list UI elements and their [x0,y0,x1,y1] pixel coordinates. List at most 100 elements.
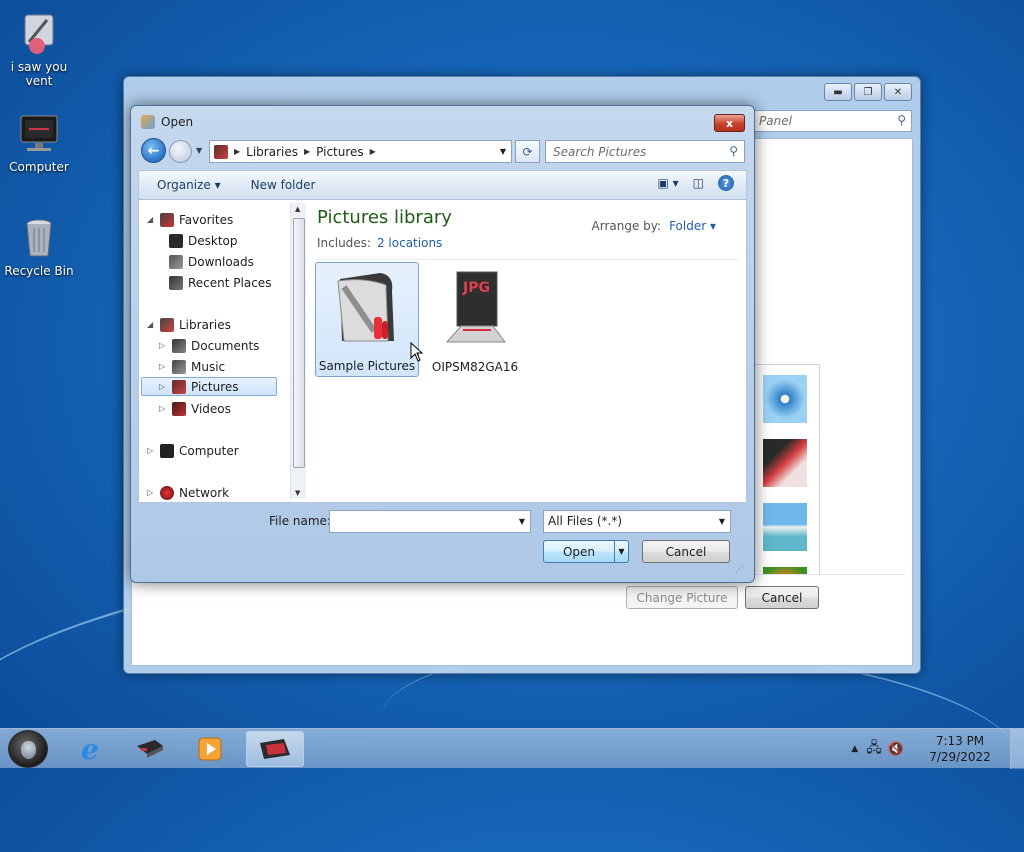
close-button[interactable]: ✕ [884,83,912,101]
file-oipsm82ga16[interactable]: JPG OIPSM82GA16 [423,262,527,377]
nav-network[interactable]: ▷ Network [147,483,229,502]
control-panel-search-input[interactable]: Panel ⚲ [752,110,912,132]
forward-button[interactable] [169,140,192,163]
change-view-icon[interactable]: ▣ ▾ [657,176,678,190]
nav-label: Pictures [191,379,239,394]
cancel-button[interactable]: Cancel [745,586,819,609]
desktop-icon-recycle-bin[interactable]: Recycle Bin [0,216,78,278]
pictures-library-icon [214,144,228,159]
clock[interactable]: 7:13 PM 7/29/2022 [910,733,1010,765]
breadcrumb-pictures[interactable]: Pictures [316,145,364,159]
maximize-button[interactable]: ❐ [854,83,882,101]
expand-icon[interactable]: ▷ [159,341,167,350]
nav-downloads[interactable]: Downloads [169,252,254,271]
expand-icon[interactable]: ▷ [159,404,167,413]
desktop-icon-alienware[interactable]: i saw you vent [0,12,78,88]
internet-explorer-icon: e [81,732,99,766]
resize-grip-icon[interactable]: ⋰ [735,565,744,575]
file-name-input[interactable]: ▼ [329,510,531,533]
documents-icon [172,338,186,353]
nav-label: Music [191,359,226,374]
address-bar[interactable]: ▶ Libraries ▶ Pictures ▶ ▼ [209,140,512,163]
pictures-icon [172,379,186,394]
collapse-icon[interactable]: ◢ [147,215,155,224]
nav-desktop[interactable]: Desktop [169,231,238,250]
thumbnail-origami[interactable] [763,439,807,487]
folder-sample-pictures[interactable]: Sample Pictures [315,262,419,377]
nav-recent-places[interactable]: Recent Places [169,273,271,292]
expand-icon[interactable]: ▷ [147,488,155,497]
start-button[interactable] [8,730,48,768]
alien-head-icon [17,12,61,56]
preview-pane-icon[interactable]: ◫ [693,176,704,190]
expand-icon[interactable]: ▷ [159,362,167,371]
dialog-title-bar: Open [141,115,193,129]
window-caption-buttons: ▬ ❐ ✕ [824,83,912,101]
back-button[interactable]: ← [141,138,166,163]
taskbar-media-player[interactable] [181,731,239,767]
nav-label: Documents [191,338,260,353]
arrange-by: Arrange by: Folder ▾ [592,219,716,233]
nav-computer[interactable]: ▷ Computer [147,441,239,460]
jpg-file-icon: JPG [443,268,507,349]
media-player-icon [198,737,222,761]
nav-pictures[interactable]: ▷ Pictures [141,377,277,396]
expand-icon[interactable]: ▷ [147,446,155,455]
network-tray-icon[interactable]: 🖧 [866,737,882,761]
new-folder-button[interactable]: New folder [233,178,328,192]
nav-videos[interactable]: ▷ Videos [159,399,231,418]
nav-label: Videos [191,401,231,416]
divider [317,259,738,260]
recycle-bin-icon [17,216,61,260]
scroll-down-icon[interactable]: ▼ [295,489,300,497]
show-hidden-icons[interactable]: ▲ [851,744,858,754]
browser-area: ◢ Favorites Desktop Downloads Recent Pla… [138,200,747,503]
organize-menu[interactable]: Organize ▾ [139,178,233,192]
folder-label: Sample Pictures [318,359,416,373]
scroll-up-icon[interactable]: ▲ [295,205,300,213]
expand-icon[interactable]: ▷ [159,382,167,391]
locations-link[interactable]: 2 locations [377,236,442,250]
breadcrumb-separator-icon: ▶ [234,147,241,156]
file-name-dropdown-icon[interactable]: ▼ [519,517,525,526]
nav-music[interactable]: ▷ Music [159,357,225,376]
thumbnail-windmill[interactable] [763,375,807,423]
open-button[interactable]: Open ▼ [543,540,629,563]
open-dialog: Open x ← ▼ ▶ Libraries ▶ Pictures ▶ ▼ ⟳ … [130,105,755,583]
desktop-icon-computer[interactable]: Computer [0,112,78,174]
file-type-select[interactable]: All Files (*.*) ▼ [543,510,731,533]
minimize-button[interactable]: ▬ [824,83,852,101]
collapse-icon[interactable]: ◢ [147,320,155,329]
nav-libraries[interactable]: ◢ Libraries [147,315,231,334]
taskbar-internet-explorer[interactable]: e [61,731,119,767]
breadcrumb-separator-icon: ▶ [303,147,311,156]
breadcrumb-libraries[interactable]: Libraries [246,145,298,159]
refresh-button[interactable]: ⟳ [515,140,540,163]
nav-label: Network [179,485,230,500]
thumbnail-sailboat[interactable] [763,503,807,551]
recent-places-icon [169,275,183,290]
volume-muted-icon[interactable]: 🔇 [888,742,904,757]
dialog-close-button[interactable]: x [714,114,745,132]
scrollbar-thumb[interactable] [293,218,305,468]
navigation-pane: ◢ Favorites Desktop Downloads Recent Pla… [139,200,289,502]
address-dropdown-icon[interactable]: ▼ [500,147,506,156]
search-input[interactable]: Search Pictures ⚲ [545,140,745,163]
taskbar-active-app[interactable] [246,731,304,767]
toolbar-right-group: ▣ ▾ ◫ ? [657,175,746,191]
taskbar-explorer[interactable] [121,731,179,767]
recent-locations-dropdown[interactable]: ▼ [196,146,202,155]
file-type-dropdown-icon[interactable]: ▼ [719,517,725,526]
nav-favorites[interactable]: ◢ Favorites [147,210,233,229]
arrange-dropdown[interactable]: Folder ▾ [669,219,716,233]
navigation-scrollbar[interactable]: ▲ ▼ [290,203,306,499]
window-footer: Change Picture Cancel [139,574,905,658]
breadcrumb-separator-icon[interactable]: ▶ [370,147,376,156]
change-picture-button[interactable]: Change Picture [626,586,738,609]
open-split-dropdown-icon[interactable]: ▼ [614,541,628,562]
help-icon[interactable]: ? [718,175,734,191]
nav-documents[interactable]: ▷ Documents [159,336,259,355]
taskbar: e ▲ 🖧 🔇 7:13 PM 7/29/2022 [0,728,1024,769]
show-desktop-button[interactable] [1010,729,1024,769]
cancel-button[interactable]: Cancel [642,540,730,563]
